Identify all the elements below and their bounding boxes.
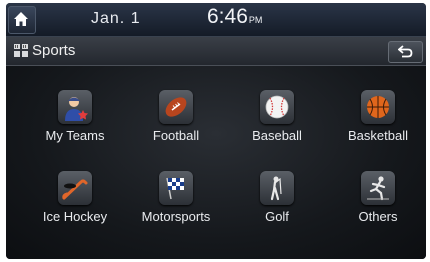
ice-hockey-icon [58, 171, 92, 205]
menu-item-golf[interactable]: Golf [227, 171, 327, 241]
golf-icon [260, 171, 294, 205]
menu-item-label: My Teams [45, 128, 105, 143]
infotainment-screen: Jan. 1 6:46PM Sports My Teams Football B… [6, 3, 426, 259]
status-bar: Jan. 1 6:46PM [6, 3, 426, 37]
motorsports-flag-icon [159, 171, 193, 205]
menu-item-label: Baseball [252, 128, 302, 143]
menu-item-ice-hockey[interactable]: Ice Hockey [25, 171, 125, 241]
menu-item-label: Golf [265, 209, 289, 224]
menu-item-motorsports[interactable]: Motorsports [126, 171, 226, 241]
menu-item-label: Motorsports [141, 209, 211, 224]
menu-item-label: Football [152, 128, 200, 143]
menu-item-label: Others [358, 209, 398, 224]
my-teams-icon [58, 90, 92, 124]
time-label: 6:46 [207, 5, 248, 28]
grid-icon [14, 44, 28, 57]
home-icon [14, 12, 28, 26]
home-button[interactable] [8, 6, 36, 34]
menu-item-label: Ice Hockey [42, 209, 108, 224]
title-bar: Sports [6, 37, 426, 66]
ampm-label: PM [248, 15, 263, 25]
menu-item-basketball[interactable]: Basketball [328, 90, 426, 160]
back-arrow-icon [398, 45, 413, 58]
page-title: Sports [32, 42, 76, 59]
clock: 6:46PM [207, 5, 262, 29]
football-icon [159, 90, 193, 124]
menu-item-football[interactable]: Football [126, 90, 226, 160]
menu-item-my-teams[interactable]: My Teams [25, 90, 125, 160]
basketball-icon [361, 90, 395, 124]
baseball-icon [260, 90, 294, 124]
menu-item-baseball[interactable]: Baseball [227, 90, 327, 160]
menu-item-others[interactable]: Others [328, 171, 426, 241]
date-label: Jan. 1 [91, 10, 141, 27]
back-button[interactable] [388, 41, 423, 63]
others-icon [361, 171, 395, 205]
menu-item-label: Basketball [348, 128, 408, 143]
sports-category-grid: My Teams Football Baseball Basketball Ic… [6, 66, 426, 259]
